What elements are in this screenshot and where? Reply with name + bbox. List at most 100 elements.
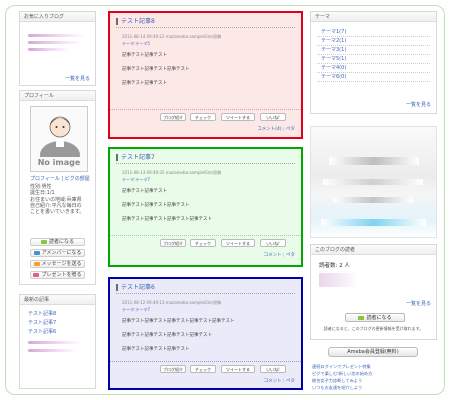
footer-separator: | (283, 379, 285, 384)
theme-link[interactable]: テーマ3(1) (321, 47, 346, 53)
title-bar-icon (116, 154, 118, 161)
reader-button[interactable]: 読者になる (345, 313, 405, 322)
send-message-button[interactable]: メッセージを送る (30, 260, 85, 268)
become-amember-button[interactable]: アメンバーになる (30, 249, 85, 257)
theme-title: テーマ (311, 12, 436, 22)
blurred-banner-image[interactable] (310, 126, 437, 238)
check-button[interactable]: チェック (190, 113, 216, 121)
profile-line: ことを書いていきます。 (30, 209, 85, 215)
tweet-button[interactable]: ツイートする (221, 239, 255, 247)
recent-entries-box: 最新の記事 テスト記事8 テスト記事7 テスト記事6 (19, 294, 96, 389)
entry-theme-link[interactable]: テーマ:テーマ7 (122, 307, 150, 312)
entry-title[interactable]: テスト記事8 (116, 18, 295, 28)
entry-footer: コメント | ペタ (264, 379, 295, 385)
theme-more-link[interactable]: 一覧を見る (406, 102, 431, 108)
entry-title-text: テスト記事8 (121, 18, 155, 25)
theme-link[interactable]: テーマ2(1) (321, 38, 346, 44)
blurred-link[interactable] (28, 41, 83, 44)
entry-date: 2011-08-14 09:49:22 (122, 34, 165, 39)
theme-item[interactable]: テーマ6(0) (317, 73, 430, 82)
entry-body-line: 記事テスト記事テスト記事テスト (122, 347, 190, 352)
blog-entry: テスト記事8 2011-08-14 09:49:22 mazameba-samp… (108, 11, 303, 139)
theme-list: テーマ1(7) テーマ2(1) テーマ3(1) テーマ5(1) テーマ4(0) … (317, 28, 430, 82)
title-bar-icon (116, 284, 118, 291)
send-present-label: プレゼントを贈る (41, 272, 82, 278)
favorites-more-link[interactable]: 一覧を見る (65, 76, 90, 82)
amember-icon (33, 250, 40, 255)
entry-footer: コメント(4) | ペタ (257, 127, 295, 133)
peta-link[interactable]: ペタ (286, 253, 295, 258)
profile-box: プロフィール No image プロフィール | ピグの部屋 性別:男性 誕生日… (19, 90, 96, 285)
reader-button-label: 読者になる (366, 315, 392, 321)
promo-link[interactable]: 総合女子力診断してみよう (312, 377, 438, 384)
blog-entry: テスト記事6 2011-08-12 09:49:13 mazameba-samp… (108, 277, 303, 390)
blog-intro-button[interactable]: ブログ紹介 (160, 239, 186, 247)
profile-links[interactable]: プロフィール | ピグの部屋 (30, 176, 90, 182)
banner-streak (323, 179, 423, 185)
banner-streak (329, 157, 419, 165)
theme-item[interactable]: テーマ1(7) (317, 28, 430, 37)
avatar: No image (30, 106, 88, 172)
entry-body-line: 記事テスト記事テスト記事テスト (122, 203, 190, 208)
footer-separator: | (283, 253, 285, 258)
entry-theme-link[interactable]: テーマ:テーマ7 (122, 177, 150, 182)
entry-title[interactable]: テスト記事7 (116, 154, 295, 164)
like-button[interactable]: いいね! (260, 365, 286, 373)
promo-link[interactable]: 連続ログインでプレゼント特集 (312, 363, 438, 370)
theme-item[interactable]: テーマ2(1) (317, 37, 430, 46)
entry-author: mazameba-sample03の投稿 (165, 34, 222, 39)
entry-title-text: テスト記事7 (121, 154, 155, 161)
footer-separator: | (283, 127, 285, 132)
theme-item[interactable]: テーマ3(1) (317, 46, 430, 55)
theme-item[interactable]: テーマ5(1) (317, 55, 430, 64)
become-amember-label: アメンバーになる (41, 250, 82, 256)
comment-link[interactable]: コメント(4) (257, 127, 281, 132)
like-button[interactable]: いいね! (260, 239, 286, 247)
become-reader-button[interactable]: 読者になる (30, 238, 85, 246)
theme-link[interactable]: テーマ6(0) (321, 74, 346, 80)
tweet-button[interactable]: ツイートする (221, 113, 255, 121)
promo-links: 連続ログインでプレゼント特集 ピグで楽しむ!新しい恋の始め方 総合女子力診断して… (312, 363, 438, 391)
blurred-link[interactable] (28, 349, 78, 352)
comment-link[interactable]: コメント (264, 253, 282, 258)
profile-details: 性別:男性 誕生日:1/1 お住まいの地域:兵庫県 自己紹介:平凡な毎日の こと… (30, 184, 92, 215)
theme-link[interactable]: テーマ5(1) (321, 56, 346, 62)
peta-link[interactable]: ペタ (286, 379, 295, 384)
recent-entry-link[interactable]: テスト記事6 (28, 329, 90, 338)
reader-note: 読者になると、このブログの更新情報を受け取れます。 (323, 326, 424, 331)
promo-link[interactable]: ピグで楽しむ!新しい恋の始め方 (312, 370, 438, 377)
like-button[interactable]: いいね! (260, 113, 286, 121)
mail-icon (33, 261, 40, 266)
reader-icon (40, 239, 47, 244)
entry-body-line: 記事テスト記事テスト記事テスト (122, 67, 190, 72)
blog-intro-button[interactable]: ブログ紹介 (160, 365, 186, 373)
ameba-register-button[interactable]: Ameba会員登録(無料) (328, 347, 418, 357)
comment-link[interactable]: コメント (264, 379, 282, 384)
blurred-link[interactable] (28, 48, 70, 51)
blurred-link[interactable] (28, 34, 86, 37)
theme-link[interactable]: テーマ1(7) (321, 29, 346, 35)
entry-body-line: 記事テスト記事テスト (122, 81, 167, 86)
tweet-button[interactable]: ツイートする (221, 365, 255, 373)
blog-intro-button[interactable]: ブログ紹介 (160, 113, 186, 121)
check-button[interactable]: チェック (190, 365, 216, 373)
readers-box: このブログの読者 読者数: 2 人 一覧を見る 読者になる 読者になると、このブ… (310, 244, 437, 340)
entry-body-line: 記事テスト記事テスト記事テスト記事テスト (122, 217, 212, 222)
theme-item[interactable]: テーマ4(0) (317, 64, 430, 73)
entry-body-line: 記事テスト記事テスト記事テスト記事テスト (122, 333, 212, 338)
promo-link[interactable]: いつもお友達を紹介しよう (312, 384, 438, 391)
blurred-link[interactable] (28, 341, 83, 344)
recent-entry-link[interactable]: テスト記事8 (28, 311, 90, 320)
entry-theme-link[interactable]: テーマ:テーマ5 (122, 41, 150, 46)
reader-count-unit: 人 (344, 263, 350, 269)
recent-entry-link[interactable]: テスト記事7 (28, 320, 90, 329)
check-button[interactable]: チェック (190, 239, 216, 247)
readers-more-link[interactable]: 一覧を見る (406, 301, 431, 307)
favorites-box: お気に入りブログ 一覧を見る (19, 11, 96, 86)
entry-title[interactable]: テスト記事6 (116, 284, 295, 294)
theme-box: テーマ テーマ1(7) テーマ2(1) テーマ3(1) テーマ5(1) テーマ4… (310, 11, 437, 114)
send-present-button[interactable]: プレゼントを贈る (30, 271, 85, 279)
peta-link[interactable]: ペタ (286, 127, 295, 132)
favorites-title: お気に入りブログ (20, 12, 95, 22)
theme-link[interactable]: テーマ4(0) (321, 65, 346, 71)
